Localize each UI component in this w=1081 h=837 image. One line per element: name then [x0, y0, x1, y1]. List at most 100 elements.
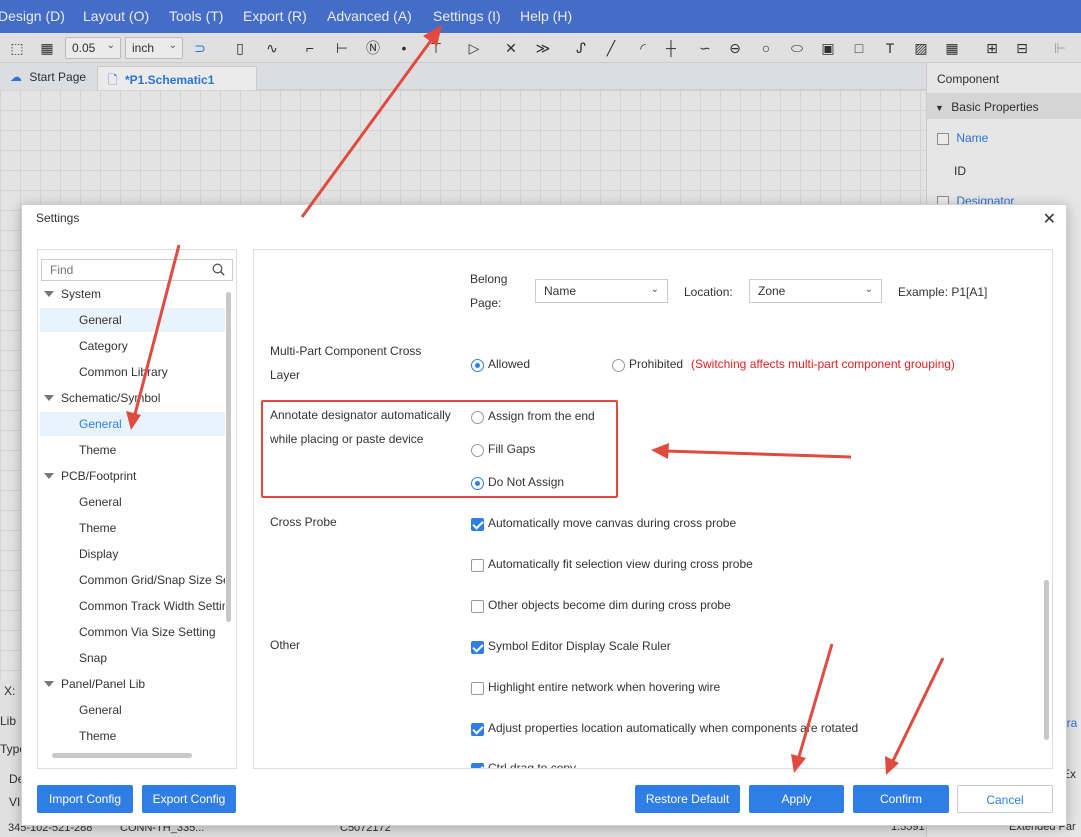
- close-icon[interactable]: ✕: [1043, 209, 1056, 229]
- cross-probe-move-label: Automatically move canvas during cross p…: [488, 516, 737, 530]
- restore-default-button[interactable]: Restore Default: [635, 785, 740, 813]
- select-value: Name: [544, 284, 577, 298]
- scale-ruler-checkbox[interactable]: [471, 641, 484, 654]
- chevron-down-icon: ⌄: [864, 284, 873, 295]
- cross-probe-fit-checkbox[interactable]: [471, 559, 484, 572]
- assign-from-end-label: Assign from the end: [488, 409, 595, 423]
- label-line: while placing or paste device: [270, 432, 424, 446]
- nav-label: Category: [79, 339, 128, 353]
- cancel-button[interactable]: Cancel: [957, 785, 1053, 813]
- nav-label: Common Grid/Snap Size Setting: [79, 573, 225, 587]
- search-icon: [212, 263, 225, 276]
- caret-down-icon: [44, 473, 54, 479]
- nav-item-pcb-theme[interactable]: Theme: [40, 516, 225, 540]
- fill-gaps-radio[interactable]: [471, 444, 484, 457]
- content-scrollbar[interactable]: [1044, 580, 1049, 740]
- label-line: Layer: [270, 368, 301, 382]
- nav-label: General: [79, 313, 122, 327]
- cross-probe-dim-label: Other objects become dim during cross pr…: [488, 598, 731, 612]
- nav-item-snap[interactable]: Snap: [40, 646, 225, 670]
- cross-probe-move-checkbox[interactable]: [471, 518, 484, 531]
- prohibited-radio[interactable]: [612, 359, 625, 372]
- nav-item-category[interactable]: Category: [40, 334, 225, 358]
- settings-content: Belong Page: Name ⌄ Location: Zone ⌄ Exa…: [253, 249, 1053, 769]
- nav-label: Common Track Width Setting: [79, 599, 225, 613]
- caret-down-icon: [44, 291, 54, 297]
- nav-group-panel-lib[interactable]: Panel/Panel Lib: [40, 672, 225, 696]
- import-config-button[interactable]: Import Config: [37, 785, 133, 813]
- settings-dialog: Settings ✕ System General Category Commo…: [21, 204, 1067, 826]
- apply-button[interactable]: Apply: [749, 785, 844, 813]
- cross-probe-label: Cross Probe: [270, 515, 337, 529]
- label-line: Annotate designator automatically: [270, 408, 451, 422]
- nav-item-grid-snap[interactable]: Common Grid/Snap Size Setting: [40, 568, 225, 592]
- ctrl-drag-label: Ctrl drag to copy: [488, 761, 577, 769]
- location-select[interactable]: Zone ⌄: [749, 279, 882, 303]
- nav-horizontal-scrollbar[interactable]: [52, 753, 192, 758]
- nav-label: Schematic/Symbol: [61, 391, 161, 405]
- allowed-radio[interactable]: [471, 359, 484, 372]
- cross-probe-fit-label: Automatically fit selection view during …: [488, 557, 753, 571]
- nav-label: System: [61, 287, 102, 301]
- highlight-network-checkbox[interactable]: [471, 682, 484, 695]
- do-not-assign-label: Do Not Assign: [488, 475, 565, 489]
- nav-label: Panel/Panel Lib: [61, 677, 146, 691]
- nav-group-schematic-symbol[interactable]: Schematic/Symbol: [40, 386, 225, 410]
- multipart-note: (Switching affects multi-part component …: [691, 357, 955, 371]
- dialog-title: Settings: [36, 211, 80, 225]
- nav-item-schematic-theme[interactable]: Theme: [40, 438, 225, 462]
- nav-group-pcb-footprint[interactable]: PCB/Footprint: [40, 464, 225, 488]
- nav-label: Theme: [79, 443, 117, 457]
- nav-item-schematic-general[interactable]: General: [40, 412, 225, 436]
- scale-ruler-label: Symbol Editor Display Scale Ruler: [488, 639, 671, 653]
- export-config-button[interactable]: Export Config: [142, 785, 236, 813]
- assign-from-end-radio[interactable]: [471, 411, 484, 424]
- nav-label: Theme: [79, 729, 117, 743]
- nav-label: General: [79, 495, 122, 509]
- nav-item-panel-theme[interactable]: Theme: [40, 724, 225, 748]
- settings-nav: System General Category Common Library S…: [37, 249, 237, 769]
- nav-item-system-general[interactable]: General: [40, 308, 225, 332]
- belong-page-label: Belong Page:: [470, 267, 530, 315]
- chevron-down-icon: ⌄: [650, 284, 659, 295]
- ctrl-drag-checkbox[interactable]: [471, 763, 484, 768]
- adjust-properties-checkbox[interactable]: [471, 723, 484, 736]
- nav-label: Snap: [79, 651, 108, 665]
- adjust-properties-label: Adjust properties location automatically…: [488, 721, 859, 735]
- caret-down-icon: [44, 395, 54, 401]
- highlight-network-label: Highlight entire network when hovering w…: [488, 680, 721, 694]
- select-value: Zone: [758, 284, 786, 298]
- prohibited-label: Prohibited: [629, 357, 684, 371]
- label-line: Multi-Part Component Cross: [270, 344, 422, 358]
- location-label: Location:: [684, 285, 733, 299]
- find-input[interactable]: [41, 259, 233, 281]
- nav-item-common-library[interactable]: Common Library: [40, 360, 225, 384]
- belong-page-select[interactable]: Name ⌄: [535, 279, 668, 303]
- cross-probe-dim-checkbox[interactable]: [471, 600, 484, 613]
- nav-label: Common Library: [79, 365, 168, 379]
- nav-item-via-size[interactable]: Common Via Size Setting: [40, 620, 225, 644]
- nav-label: General: [79, 703, 122, 717]
- label-line: Page:: [470, 296, 502, 310]
- annotate-label: Annotate designator automatically while …: [270, 403, 460, 451]
- nav-label: General: [79, 417, 122, 431]
- other-label: Other: [270, 638, 301, 652]
- do-not-assign-radio[interactable]: [471, 477, 484, 490]
- nav-group-system[interactable]: System: [40, 282, 225, 306]
- label-line: Belong: [470, 272, 508, 286]
- nav-label: Display: [79, 547, 119, 561]
- caret-down-icon: [44, 681, 54, 687]
- nav-label: Theme: [79, 521, 117, 535]
- nav-scrollbar[interactable]: [226, 292, 231, 622]
- nav-item-panel-general[interactable]: General: [40, 698, 225, 722]
- confirm-button[interactable]: Confirm: [853, 785, 949, 813]
- nav-item-track-width[interactable]: Common Track Width Setting: [40, 594, 225, 618]
- fill-gaps-label: Fill Gaps: [488, 442, 536, 456]
- nav-item-pcb-general[interactable]: General: [40, 490, 225, 514]
- example-text: Example: P1[A1]: [898, 285, 988, 299]
- nav-item-display[interactable]: Display: [40, 542, 225, 566]
- nav-label: PCB/Footprint: [61, 469, 137, 483]
- multipart-label: Multi-Part Component Cross Layer: [270, 339, 460, 387]
- nav-label: Common Via Size Setting: [79, 625, 216, 639]
- allowed-label: Allowed: [488, 357, 531, 371]
